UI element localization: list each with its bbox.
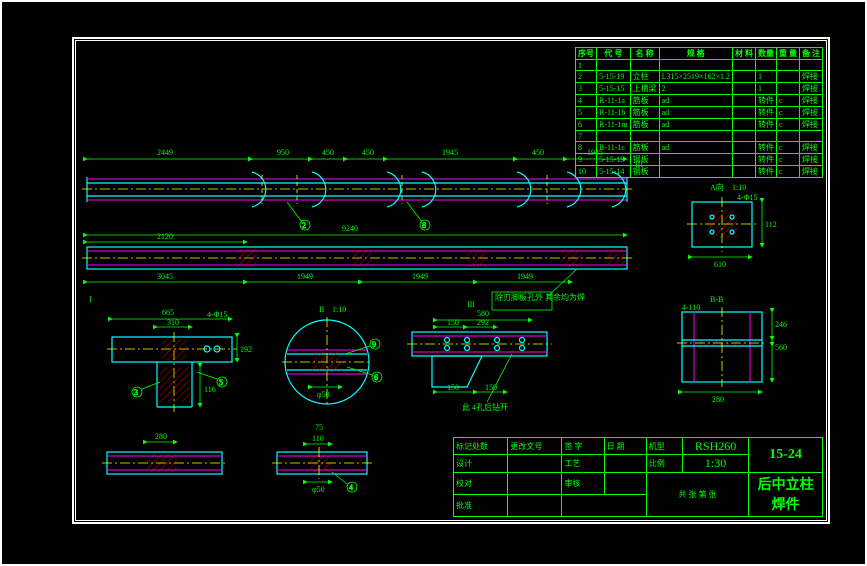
svg-text:φ50: φ50: [312, 485, 325, 494]
detail-e: 110 φ50 75 4: [272, 423, 372, 494]
svg-text:580: 580: [477, 309, 489, 318]
svg-text:1949: 1949: [412, 272, 428, 281]
svg-text:1949: 1949: [297, 272, 313, 281]
side-view-b: B-B 280 560 246 4-110: [677, 295, 787, 404]
svg-text:150: 150: [447, 383, 459, 392]
svg-text:112: 112: [765, 220, 777, 229]
svg-text:150: 150: [447, 318, 459, 327]
svg-text:4-Φ15: 4-Φ15: [207, 310, 228, 319]
svg-text:292: 292: [477, 318, 489, 327]
svg-text:150: 150: [485, 383, 497, 392]
svg-text:560: 560: [775, 343, 787, 352]
side-view-a: A向 1:10 610 112 4-Φ15: [687, 182, 777, 269]
svg-text:246: 246: [775, 320, 787, 329]
svg-text:I: I: [89, 295, 92, 304]
svg-text:116: 116: [204, 385, 216, 394]
svg-text:280: 280: [155, 432, 167, 441]
svg-text:8: 8: [422, 221, 426, 230]
svg-text:B-B: B-B: [710, 295, 723, 304]
svg-text:1:10: 1:10: [732, 183, 746, 192]
svg-text:6: 6: [374, 373, 378, 382]
svg-text:4-Φ15: 4-Φ15: [737, 193, 758, 202]
top-elevation: 2449 950 450 450 1945 450 1945 III 2 8: [82, 148, 643, 230]
svg-text:1:10: 1:10: [332, 305, 346, 314]
svg-text:φ50: φ50: [317, 390, 330, 399]
svg-text:5: 5: [219, 378, 223, 387]
svg-text:1945: 1945: [587, 148, 603, 157]
svg-text:3045: 3045: [157, 272, 173, 281]
svg-text:75: 75: [315, 423, 323, 432]
svg-text:除刃脚板孔外 其余均为焊: 除刃脚板孔外 其余均为焊: [495, 292, 585, 302]
svg-text:450: 450: [362, 148, 374, 157]
svg-text:950: 950: [277, 148, 289, 157]
svg-text:110: 110: [312, 434, 324, 443]
svg-text:A向: A向: [710, 182, 724, 192]
detail-a: 665310 4-Φ15 192 116 5 3: [107, 308, 252, 412]
svg-text:280: 280: [712, 395, 724, 404]
svg-text:此 4孔后钻开: 此 4孔后钻开: [462, 402, 508, 412]
svg-text:610: 610: [714, 260, 726, 269]
detail-c: 580 150 292 150 150 III 此 4孔后钻开: [407, 300, 552, 412]
svg-text:9: 9: [372, 340, 376, 349]
svg-text:665: 665: [162, 308, 174, 317]
svg-text:1949: 1949: [517, 272, 533, 281]
svg-text:III: III: [635, 160, 643, 169]
svg-text:III: III: [467, 300, 475, 309]
drawing-svg: 244995045045019454501945 III 2 8 9240212…: [2, 2, 867, 564]
svg-text:192: 192: [240, 345, 252, 354]
svg-text:1945: 1945: [442, 148, 458, 157]
svg-text:2: 2: [302, 221, 306, 230]
svg-text:2449: 2449: [157, 148, 173, 157]
mid-elevation: 9240 2120 3045 1949 1949 1949 I 除刃脚板孔外 其余均为焊: [82, 224, 632, 310]
svg-text:4: 4: [349, 483, 353, 492]
svg-text:3: 3: [134, 388, 138, 397]
svg-text:450: 450: [532, 148, 544, 157]
svg-text:310: 310: [167, 318, 179, 327]
detail-d: 280: [102, 432, 227, 474]
detail-circle: II 1:10 φ50 6 9: [282, 305, 382, 407]
svg-text:9240: 9240: [342, 224, 358, 233]
cad-viewport: 序号代 号名 称规 格材 料数量重 量备 注 1 25-15-19立柱L315×…: [0, 0, 867, 566]
svg-text:450: 450: [322, 148, 334, 157]
svg-text:II: II: [319, 305, 325, 314]
svg-text:2120: 2120: [157, 232, 173, 241]
svg-text:4-110: 4-110: [682, 303, 700, 312]
